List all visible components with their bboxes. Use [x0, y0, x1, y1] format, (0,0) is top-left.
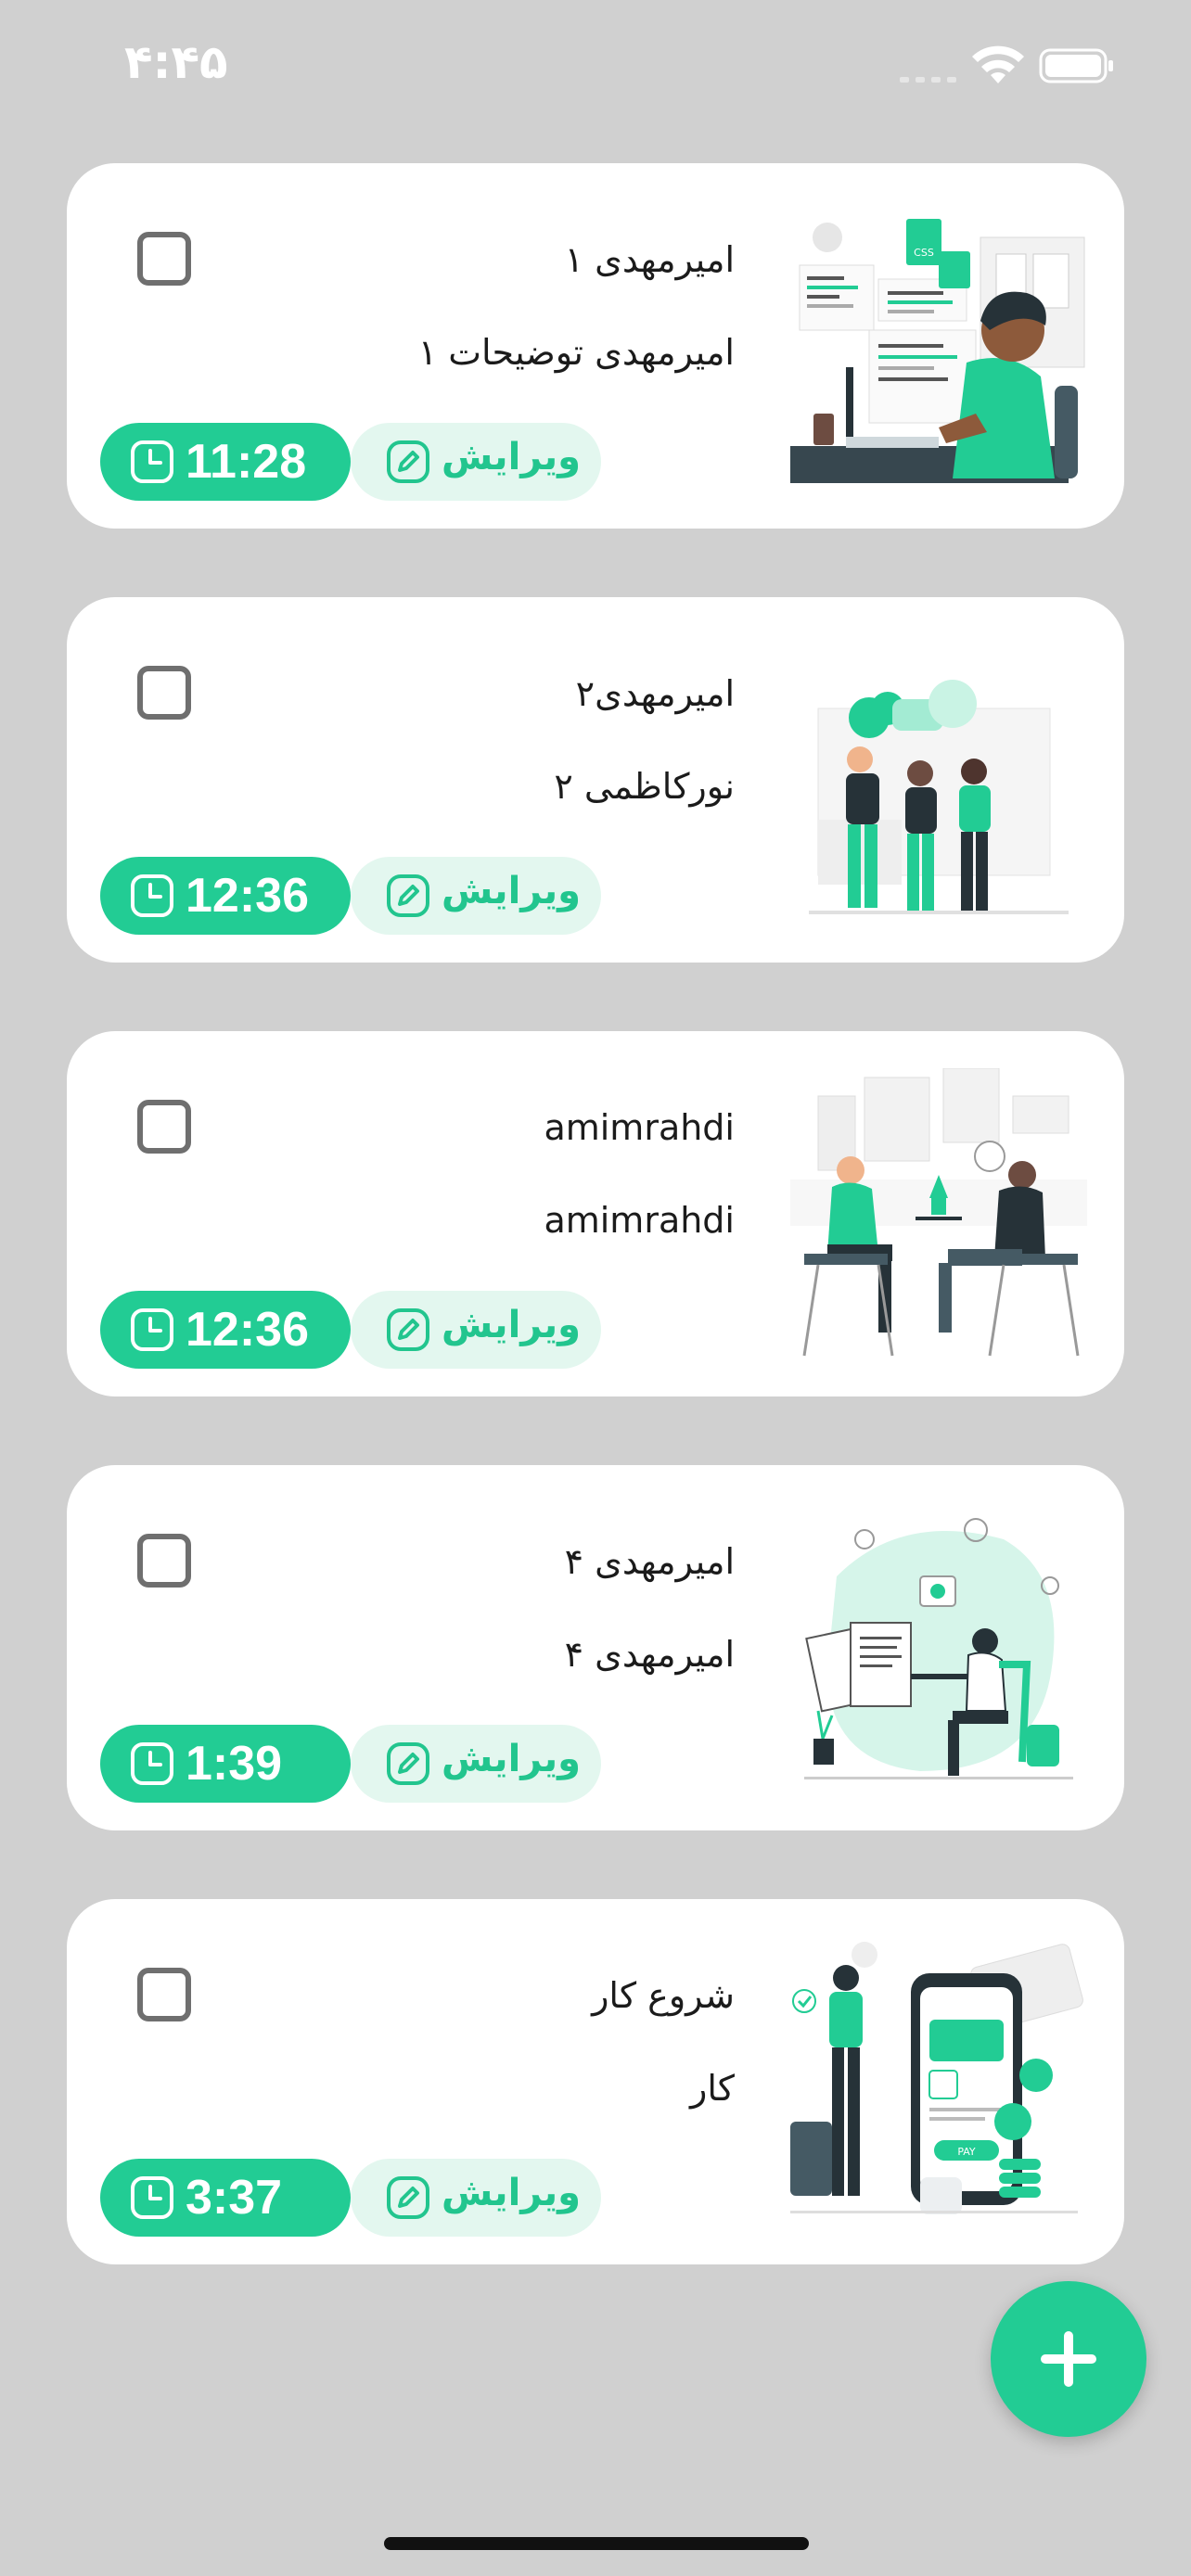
time-badge[interactable]: 3:37 — [100, 2159, 351, 2237]
edit-pencil-icon — [387, 1308, 429, 1351]
edit-label: ویرایش — [442, 1304, 582, 1346]
clock-icon — [131, 440, 173, 483]
clock-icon — [131, 1308, 173, 1351]
edit-pencil-icon — [387, 1742, 429, 1785]
edit-pencil-icon — [387, 440, 429, 483]
add-task-button[interactable] — [991, 2281, 1146, 2437]
task-time: 12:36 — [186, 869, 309, 923]
edit-button[interactable]: ویرایش — [351, 423, 601, 501]
time-badge[interactable]: 12:36 — [100, 857, 351, 935]
task-description: amimrahdi — [544, 1200, 735, 1241]
edit-label: ویرایش — [442, 436, 582, 478]
studying-student-illustration — [804, 1518, 1073, 1779]
edit-pencil-icon — [387, 874, 429, 917]
task-card[interactable]: امیرمهدی۲ نورکاظمی ۲ ویرایش 12:36 — [67, 597, 1124, 963]
team-talking-illustration — [809, 680, 1069, 914]
clock-icon — [131, 874, 173, 917]
task-checkbox[interactable] — [137, 666, 191, 720]
task-description: نورکاظمی ۲ — [554, 766, 735, 807]
task-time: 3:37 — [186, 2171, 283, 2225]
status-time: ۴:۴۵ — [124, 35, 228, 89]
task-time: 1:39 — [186, 1737, 283, 1791]
task-card[interactable]: شروع کار کار ویرایش 3:37 PAY — [67, 1899, 1124, 2264]
task-checkbox[interactable] — [137, 1100, 191, 1154]
task-title: شروع کار — [592, 1975, 735, 2016]
task-card[interactable]: امیرمهدی ۴ امیرمهدی ۴ ویرایش 1:39 — [67, 1465, 1124, 1830]
task-title: امیرمهدی ۱ — [564, 239, 735, 280]
mobile-payment-illustration: PAY — [790, 1942, 1083, 2214]
edit-button[interactable]: ویرایش — [351, 1291, 601, 1369]
time-badge[interactable]: 12:36 — [100, 1291, 351, 1369]
edit-button[interactable]: ویرایش — [351, 857, 601, 935]
time-badge[interactable]: 11:28 — [100, 423, 351, 501]
edit-button[interactable]: ویرایش — [351, 1725, 601, 1803]
clock-icon — [131, 2176, 173, 2219]
clock-icon — [131, 1742, 173, 1785]
edit-label: ویرایش — [442, 870, 582, 912]
task-description: امیرمهدی توضیحات ۱ — [417, 332, 735, 373]
wifi-icon — [972, 45, 1024, 83]
svg-text:PAY: PAY — [957, 2146, 976, 2158]
edit-label: ویرایش — [442, 2172, 582, 2214]
cafe-meeting-illustration — [790, 1068, 1087, 1357]
task-card[interactable]: امیرمهدی ۱ امیرمهدی توضیحات ۱ ویرایش 11:… — [67, 163, 1124, 529]
task-card[interactable]: amimrahdi amimrahdi ویرایش 12:36 — [67, 1031, 1124, 1396]
developer-at-computer-illustration: CSS — [790, 219, 1085, 483]
time-badge[interactable]: 1:39 — [100, 1725, 351, 1803]
status-bar: ۴:۴۵ — [0, 0, 1191, 139]
task-description: کار — [689, 2068, 735, 2109]
cellular-signal-icon — [900, 77, 956, 83]
battery-icon — [1039, 48, 1113, 83]
home-indicator[interactable] — [384, 2537, 809, 2550]
svg-text:CSS: CSS — [914, 247, 934, 259]
task-checkbox[interactable] — [137, 1534, 191, 1588]
plus-icon — [1041, 2331, 1096, 2387]
task-title: امیرمهدی۲ — [575, 673, 735, 714]
task-checkbox[interactable] — [137, 232, 191, 286]
edit-button[interactable]: ویرایش — [351, 2159, 601, 2237]
task-time: 12:36 — [186, 1303, 309, 1357]
edit-label: ویرایش — [442, 1738, 582, 1780]
edit-pencil-icon — [387, 2176, 429, 2219]
task-title: amimrahdi — [544, 1107, 735, 1148]
task-time: 11:28 — [186, 435, 307, 489]
task-checkbox[interactable] — [137, 1968, 191, 2021]
task-description: امیرمهدی ۴ — [564, 1634, 735, 1675]
task-title: امیرمهدی ۴ — [564, 1541, 735, 1582]
